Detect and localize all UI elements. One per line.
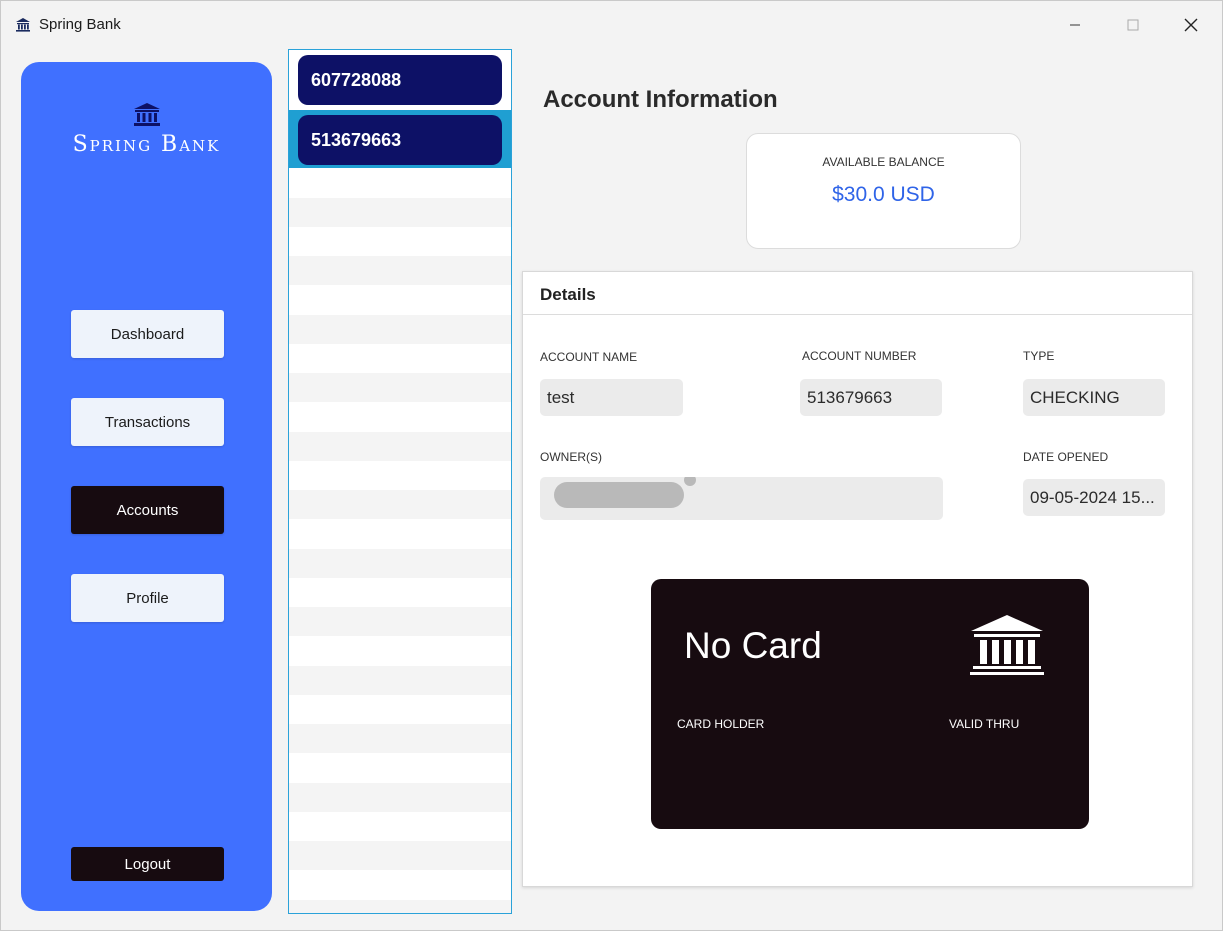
list-stripe — [289, 373, 511, 402]
account-list[interactable]: 607728088 513679663 — [288, 49, 512, 914]
type-label: TYPE — [1023, 349, 1055, 363]
account-list-item[interactable]: 607728088 — [289, 50, 511, 108]
minimize-button[interactable] — [1046, 1, 1104, 49]
list-stripe — [289, 841, 511, 870]
type-field[interactable]: CHECKING — [1023, 379, 1165, 416]
card-holder-label: CARD HOLDER — [677, 717, 765, 731]
nav-transactions-button[interactable]: Transactions — [71, 398, 224, 446]
logo-text: Spring Bank — [72, 132, 221, 157]
nav-profile-button[interactable]: Profile — [71, 574, 224, 622]
close-icon — [1184, 18, 1198, 32]
list-stripe — [289, 198, 511, 227]
valid-thru-label: VALID THRU — [949, 717, 1020, 731]
list-stripe — [289, 900, 511, 913]
account-number-label: ACCOUNT NUMBER — [802, 349, 917, 363]
list-stripe — [289, 256, 511, 285]
account-list-item[interactable]: 513679663 — [289, 110, 511, 168]
list-stripe — [289, 607, 511, 636]
account-name-label: ACCOUNT NAME — [540, 350, 638, 364]
list-stripe — [289, 315, 511, 344]
title-bar: Spring Bank — [1, 1, 1222, 49]
details-heading: Details — [523, 272, 1192, 315]
nav-dashboard-button[interactable]: Dashboard — [71, 310, 224, 358]
balance-label: AVAILABLE BALANCE — [822, 155, 945, 169]
list-stripe — [289, 432, 511, 461]
minimize-icon — [1070, 24, 1080, 26]
bank-icon — [133, 103, 160, 126]
logo: Spring Bank — [21, 102, 272, 157]
page-title: Account Information — [543, 86, 778, 113]
logout-button[interactable]: Logout — [71, 847, 224, 881]
balance-value: $30.0 USD — [832, 183, 935, 206]
account-name-field[interactable]: test — [540, 379, 683, 416]
app-window: Spring Bank Spring Bank Dashboard Transa — [0, 0, 1223, 931]
close-button[interactable] — [1162, 1, 1220, 49]
list-stripe — [289, 549, 511, 578]
details-panel: Details ACCOUNT NAME test ACCOUNT NUMBER… — [522, 271, 1193, 887]
date-opened-field[interactable]: 09-05-2024 15... — [1023, 479, 1165, 516]
owners-field[interactable] — [540, 477, 943, 520]
maximize-icon — [1127, 19, 1139, 31]
list-stripe — [289, 783, 511, 812]
list-stripe — [289, 490, 511, 519]
account-number: 513679663 — [298, 115, 502, 165]
sidebar: Spring Bank Dashboard Transactions Accou… — [21, 62, 272, 911]
account-number-field[interactable]: 513679663 — [800, 379, 942, 416]
redacted-owner — [554, 477, 696, 508]
list-stripe — [289, 724, 511, 753]
nav-accounts-button[interactable]: Accounts — [71, 486, 224, 534]
bank-icon — [970, 615, 1044, 675]
card-title: No Card — [684, 625, 822, 666]
window-title: Spring Bank — [39, 16, 121, 33]
date-opened-label: DATE OPENED — [1023, 450, 1109, 464]
bank-card: No Card CARD HOLDER VALID THRU — [651, 579, 1089, 829]
owners-label: OWNER(S) — [540, 450, 602, 464]
maximize-button[interactable] — [1104, 1, 1162, 49]
bank-icon — [16, 18, 30, 32]
account-number: 607728088 — [298, 55, 502, 105]
list-stripe — [289, 666, 511, 695]
balance-card: AVAILABLE BALANCE $30.0 USD — [746, 133, 1021, 249]
